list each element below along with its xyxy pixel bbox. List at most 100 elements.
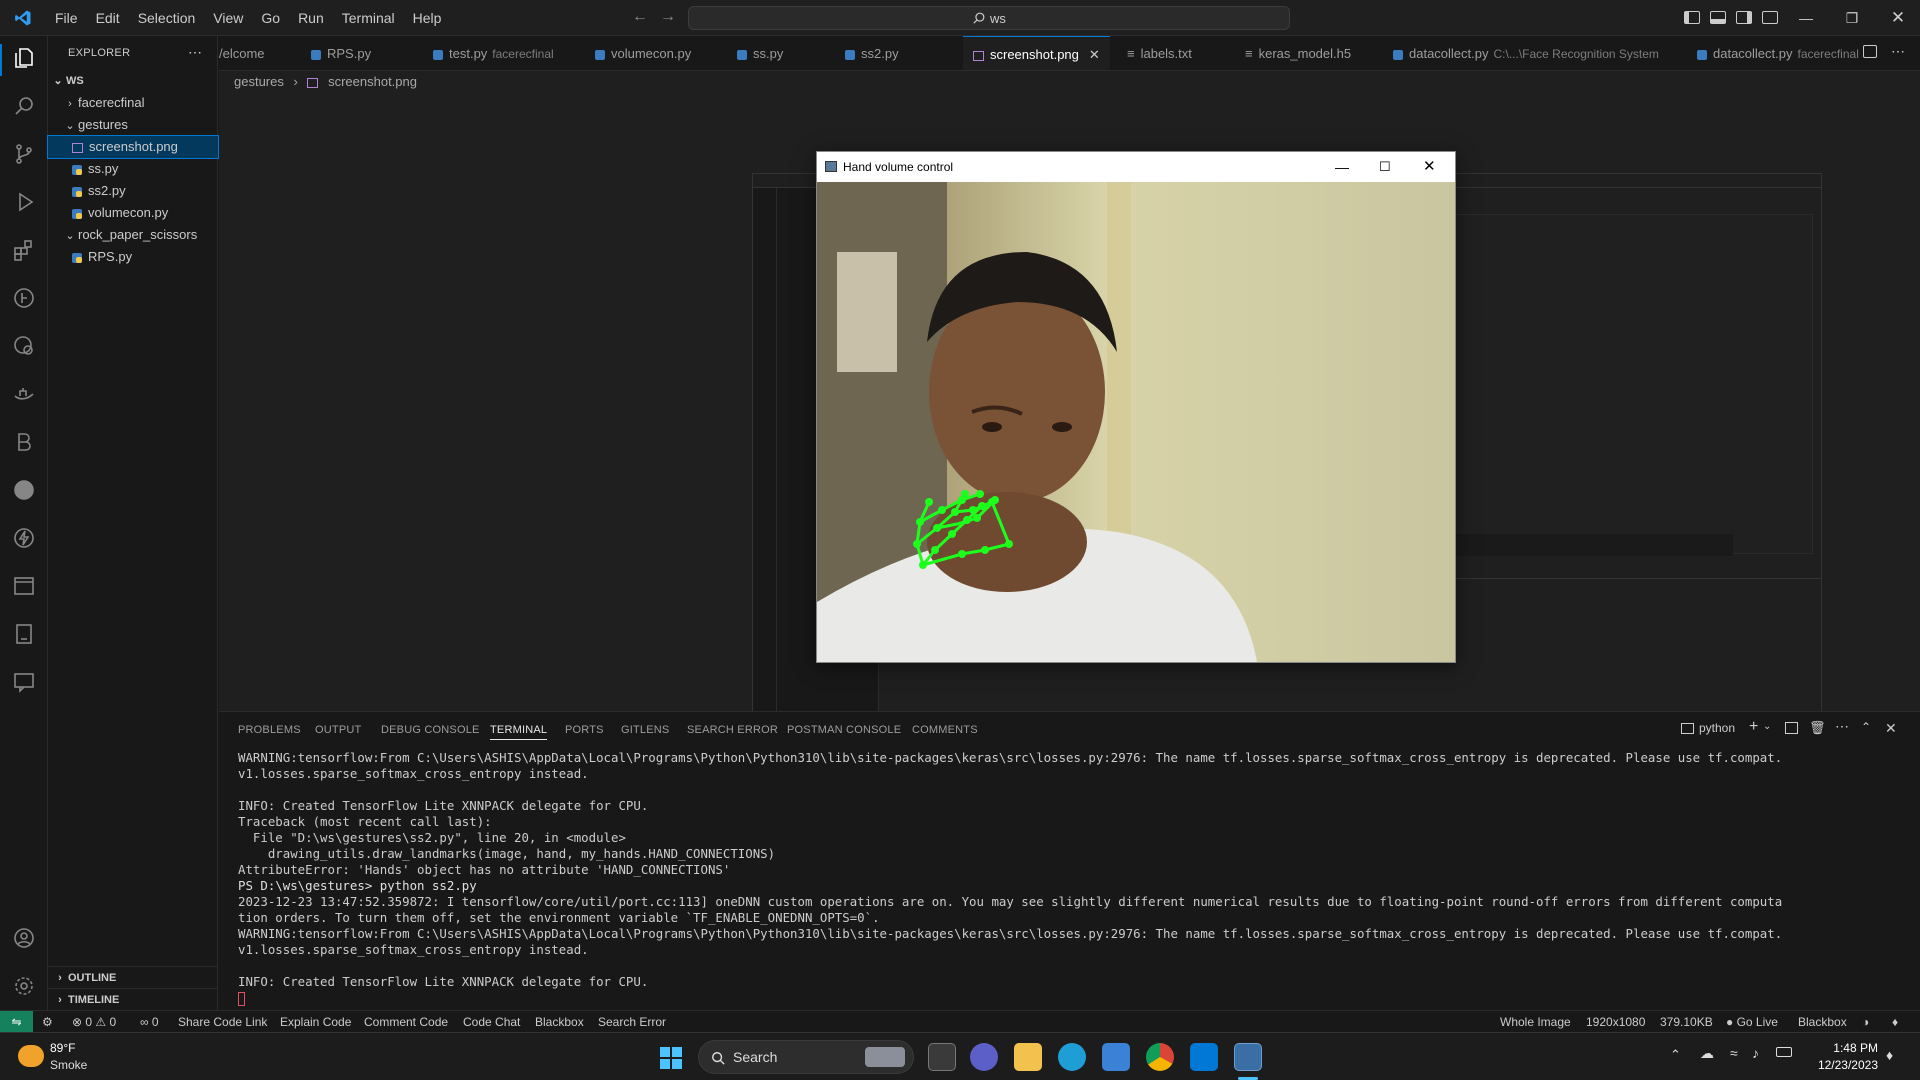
comment-code[interactable]: Comment Code <box>364 1011 448 1033</box>
menu-view[interactable]: View <box>204 0 252 36</box>
clock-date[interactable]: 12/23/2023 <box>1808 1058 1878 1072</box>
wifi-icon[interactable]: ≈ <box>1730 1045 1738 1061</box>
explain-code[interactable]: Explain Code <box>280 1011 351 1033</box>
problems-status[interactable]: ⊗ 0 ⚠ 0 <box>72 1011 116 1033</box>
close-window-button[interactable]: ✕ <box>1875 0 1920 36</box>
menu-edit[interactable]: Edit <box>87 0 129 36</box>
branch-icon[interactable]: ⚙ <box>42 1011 53 1033</box>
split-terminal-icon[interactable] <box>1785 722 1798 734</box>
menu-run[interactable]: Run <box>289 0 333 36</box>
toggle-sidebar-icon[interactable] <box>1684 11 1700 24</box>
task-view-icon[interactable] <box>928 1043 956 1071</box>
folder-rock-paper-scissors[interactable]: ⌄ rock_paper_scissors <box>48 224 218 246</box>
back-arrow-icon[interactable]: ← <box>632 8 648 26</box>
workspace-root[interactable]: ⌄ WS <box>48 70 218 92</box>
trash-icon[interactable]: 🗑 <box>1809 720 1826 736</box>
close-tab-icon[interactable]: ✕ <box>1089 47 1100 62</box>
blackbox-status[interactable]: Blackbox <box>535 1011 584 1033</box>
tab-postman-console[interactable]: POSTMAN CONSOLE <box>787 724 901 736</box>
account-icon[interactable] <box>12 926 36 950</box>
go-live-status[interactable]: ● Go Live <box>1726 1011 1778 1033</box>
tab-datacollect-py-2[interactable]: datacollect.py facerecfinal <box>1697 36 1859 70</box>
tab-screenshot-png[interactable]: screenshot.png ✕ <box>963 36 1110 70</box>
new-terminal-icon[interactable]: + <box>1749 718 1758 736</box>
teams-chat-icon[interactable] <box>970 1043 998 1071</box>
more-actions-icon[interactable]: ⋯ <box>188 44 202 61</box>
menu-help[interactable]: Help <box>404 0 451 36</box>
microsoft-store-icon[interactable] <box>1102 1043 1130 1071</box>
timeline-section[interactable]: › TIMELINE <box>48 988 218 1010</box>
code-chat[interactable]: Code Chat <box>463 1011 520 1033</box>
command-center-search[interactable]: ws <box>688 6 1290 30</box>
tab-test-py[interactable]: test.py facerecfinal <box>433 36 554 70</box>
lightning-icon[interactable] <box>12 526 36 550</box>
toggle-secondary-sidebar-icon[interactable] <box>1736 11 1752 24</box>
tab-labels-txt[interactable]: ≡ labels.txt <box>1127 36 1192 70</box>
tab-volumecon-py[interactable]: volumecon.py <box>595 36 691 70</box>
gitlens-icon[interactable] <box>12 286 36 310</box>
split-editor-icon[interactable] <box>1863 45 1877 58</box>
minimize-button[interactable]: — <box>1335 152 1349 182</box>
file-rps-py[interactable]: RPS.py <box>48 246 218 268</box>
menu-selection[interactable]: Selection <box>129 0 205 36</box>
comments-icon[interactable] <box>12 670 36 694</box>
chevron-up-icon[interactable]: ⌃ <box>1670 1047 1681 1063</box>
tab-comments[interactable]: COMMENTS <box>912 724 978 736</box>
close-panel-icon[interactable]: ✕ <box>1885 720 1897 737</box>
genie-lamp-icon[interactable] <box>12 382 36 406</box>
onedrive-cloud-icon[interactable]: ☁ <box>1700 1045 1714 1062</box>
explorer-icon[interactable] <box>12 46 36 70</box>
source-control-icon[interactable] <box>12 142 36 166</box>
weather-icon[interactable] <box>18 1045 44 1067</box>
maximize-panel-icon[interactable]: ⌃ <box>1861 720 1871 734</box>
menu-terminal[interactable]: Terminal <box>333 0 404 36</box>
blackbox-right-status[interactable]: Blackbox <box>1798 1011 1847 1033</box>
battery-icon[interactable] <box>1776 1047 1792 1057</box>
forward-arrow-icon[interactable]: → <box>660 8 676 26</box>
breadcrumb-folder[interactable]: gestures <box>234 74 284 89</box>
python-app-icon[interactable] <box>1234 1043 1262 1071</box>
tab-output[interactable]: OUTPUT <box>315 724 361 736</box>
file-volumecon-py[interactable]: volumecon.py <box>48 202 218 224</box>
windows-start-icon[interactable] <box>660 1047 682 1069</box>
tab-datacollect-py-1[interactable]: datacollect.py C:\...\Face Recognition Sy… <box>1393 36 1659 70</box>
maximize-button[interactable]: ☐ <box>1379 152 1391 182</box>
menu-go[interactable]: Go <box>252 0 289 36</box>
copilot-icon[interactable]: ◑ <box>1862 1011 1869 1033</box>
file-ss2-py[interactable]: ss2.py <box>48 180 218 202</box>
extensions-icon[interactable] <box>12 238 36 262</box>
hand-volume-control-window[interactable]: Hand volume control — ☐ ✕ <box>816 151 1456 663</box>
search-view-icon[interactable] <box>12 94 36 118</box>
weather-temp[interactable]: 89°F <box>50 1041 75 1055</box>
terminal-shell-label[interactable]: python <box>1699 721 1735 735</box>
blackbox-icon[interactable] <box>12 430 36 454</box>
file-ss-py[interactable]: ss.py <box>48 158 218 180</box>
run-debug-icon[interactable] <box>12 190 36 214</box>
tab-gitlens[interactable]: GITLENS <box>621 724 669 736</box>
ports-status[interactable]: ∞ 0 <box>140 1011 159 1033</box>
close-window-button[interactable]: ✕ <box>1423 152 1436 182</box>
folder-gestures[interactable]: ⌄ gestures <box>48 114 218 136</box>
notifications-bell-icon[interactable]: ♦ <box>1892 1011 1898 1033</box>
remote-explorer-icon[interactable] <box>12 574 36 598</box>
tab-welcome[interactable]: /elcome <box>219 36 265 70</box>
tab-keras-model[interactable]: ≡ keras_model.h5 <box>1245 36 1351 70</box>
more-actions-icon[interactable]: ⋯ <box>1835 718 1849 735</box>
tab-search-error[interactable]: SEARCH ERROR <box>687 724 778 736</box>
postman-icon[interactable] <box>12 478 36 502</box>
file-screenshot-png[interactable]: screenshot.png <box>47 135 219 159</box>
share-code-link[interactable]: Share Code Link <box>178 1011 267 1033</box>
tab-ss2-py[interactable]: ss2.py <box>845 36 899 70</box>
vscode-taskbar-icon[interactable] <box>1190 1043 1218 1071</box>
more-actions-icon[interactable]: ⋯ <box>1891 43 1905 60</box>
clock-time[interactable]: 1:48 PM <box>1818 1041 1878 1055</box>
tab-debug-console[interactable]: DEBUG CONSOLE <box>381 724 480 736</box>
breadcrumb-file[interactable]: screenshot.png <box>328 74 417 89</box>
whole-image-status[interactable]: Whole Image <box>1500 1011 1571 1033</box>
toggle-panel-icon[interactable] <box>1710 11 1726 24</box>
terminal-output[interactable]: WARNING:tensorflow:From C:\Users\ASHIS\A… <box>238 750 1918 1006</box>
tab-problems[interactable]: PROBLEMS <box>238 724 301 736</box>
folder-facerecfinal[interactable]: › facerecfinal <box>48 92 218 114</box>
volume-icon[interactable]: ♪ <box>1752 1045 1759 1061</box>
file-explorer-icon[interactable] <box>1014 1043 1042 1071</box>
